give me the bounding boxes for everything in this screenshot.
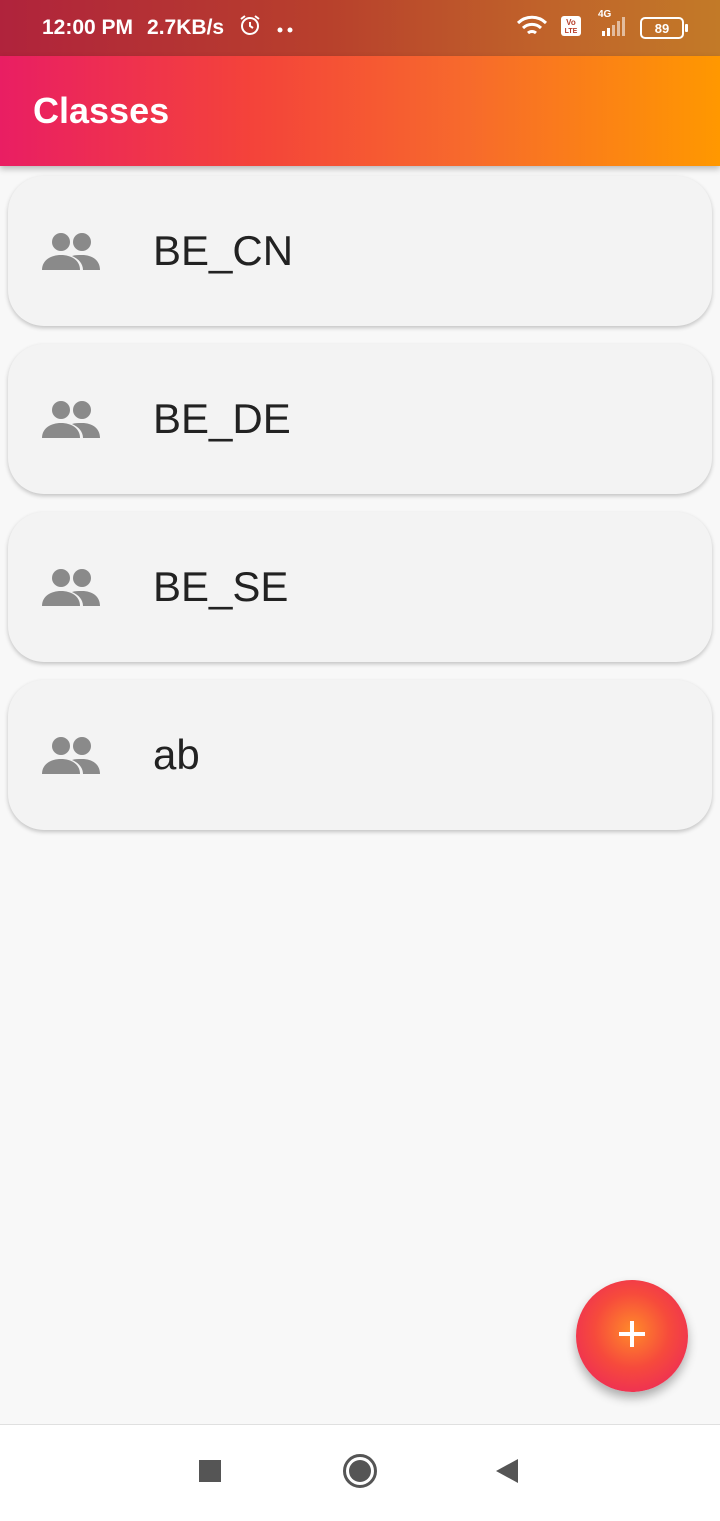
class-card[interactable]: ab [8, 680, 712, 830]
alarm-icon [238, 13, 262, 43]
people-icon [42, 232, 100, 272]
square-icon [198, 1459, 222, 1488]
status-speed: 2.7KB/s [147, 16, 225, 39]
plus-icon [616, 1318, 648, 1355]
page-title: Classes [33, 90, 170, 131]
class-card[interactable]: BE_SE [8, 512, 712, 662]
people-icon [42, 736, 100, 776]
add-class-button[interactable] [576, 1280, 688, 1392]
navigation-bar [0, 1424, 720, 1521]
svg-text:LTE: LTE [565, 28, 578, 35]
status-bar: 12:00 PM 2.7KB/s Vo LTE 4G 89 [0, 0, 720, 56]
svg-text:Vo: Vo [566, 18, 576, 27]
volte-icon: Vo LTE [560, 15, 582, 42]
battery-icon: 89 [640, 17, 688, 39]
class-list: BE_CN BE_DE BE_SE ab [8, 176, 712, 848]
home-button[interactable] [320, 1425, 400, 1521]
people-icon [42, 400, 100, 440]
notification-dots-icon [276, 16, 296, 40]
triangle-icon [494, 1457, 520, 1490]
status-time: 12:00 PM [42, 16, 134, 39]
class-name: ab [153, 731, 200, 778]
class-name: BE_DE [153, 395, 291, 442]
wifi-icon [516, 15, 548, 42]
circle-icon [342, 1453, 378, 1494]
class-card[interactable]: BE_DE [8, 344, 712, 494]
recents-button[interactable] [170, 1425, 250, 1521]
class-card[interactable]: BE_CN [8, 176, 712, 326]
back-button[interactable] [467, 1425, 547, 1521]
class-name: BE_SE [153, 563, 289, 610]
class-name: BE_CN [153, 227, 294, 274]
signal-icon: 4G [594, 9, 628, 42]
app-bar: Classes [0, 56, 720, 166]
people-icon [42, 568, 100, 608]
